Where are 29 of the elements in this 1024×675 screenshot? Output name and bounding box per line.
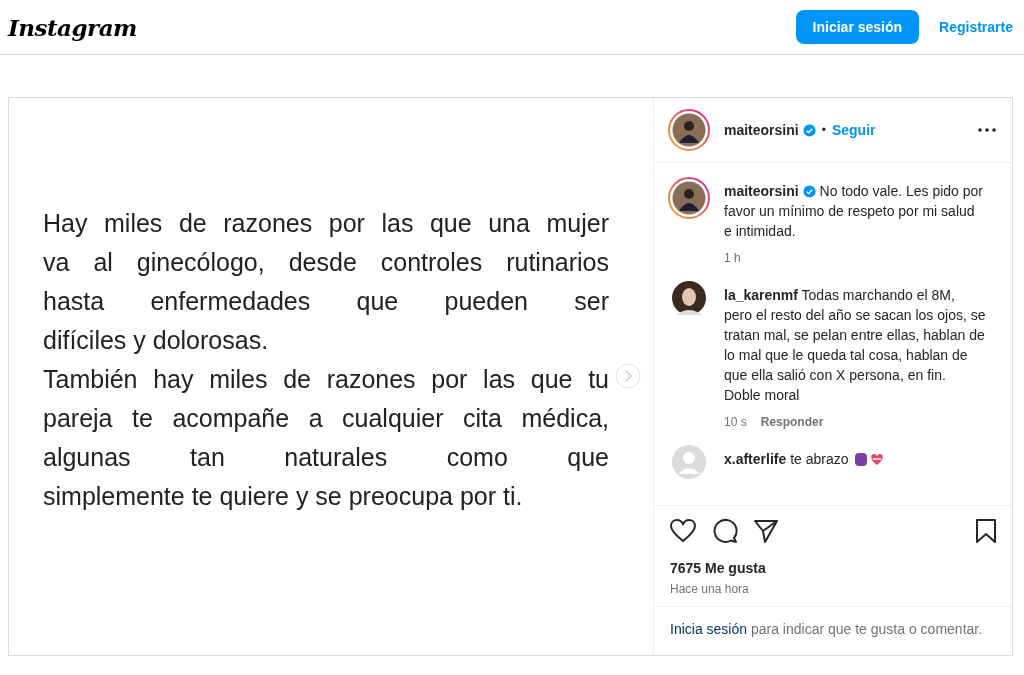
comment-time: 1 h xyxy=(724,251,741,265)
comment-text: la_karenmf Todas marchando el 8M, pero el resto del año se sacan los ojos, se tratan mal, se pelan entre ellas, hablan de lo mal que le queda tal cosa, hablan de que ella salió con X persona, en fin. Doble moral xyxy=(724,286,986,405)
post-image-text: También hay miles de razones por las que tu xyxy=(43,363,609,395)
avatar[interactable] xyxy=(672,281,706,315)
post-image-text: difíciles y dolorosas. xyxy=(43,324,270,356)
post-time: Hace una hora xyxy=(670,582,750,596)
post-image-text: va al ginecólogo, desde controles rutinarios xyxy=(43,246,609,278)
avatar[interactable] xyxy=(668,109,710,151)
comment-icon[interactable] xyxy=(712,518,738,544)
post-image-text: simplemente te quiere y se preocupa por ti. xyxy=(43,480,524,512)
bookmark-icon[interactable] xyxy=(976,519,996,543)
post-image-text: hasta enfermedades que pueden ser xyxy=(43,285,609,317)
login-prompt: Inicia sesión para indicar que te gusta o comentar. xyxy=(670,620,984,639)
like-count[interactable]: 7675 Me gusta xyxy=(670,560,996,576)
avatar[interactable] xyxy=(668,177,710,219)
share-icon[interactable] xyxy=(754,519,778,543)
comment-text: x.afterlife te abrazo xyxy=(724,449,986,469)
heart-icon[interactable] xyxy=(670,519,696,543)
post-image-text: Hay miles de razones por las que una mujer xyxy=(43,207,609,239)
comment-text: maiteorsini No todo vale. Les pido por favor un mínimo de respeto por mi salud e intimidad. xyxy=(724,182,985,241)
reply-link[interactable]: Responder xyxy=(760,415,824,429)
separator: • xyxy=(821,123,826,137)
instagram-logo[interactable]: Instagram xyxy=(8,13,137,41)
comment-time: 10 s xyxy=(724,415,747,429)
login-link[interactable]: Inicia sesión xyxy=(670,621,748,637)
post-image-text: pareja te acompañe a cualquier cita médica, xyxy=(43,402,609,434)
post-image-text: algunas tan naturales como que xyxy=(43,441,609,473)
username[interactable]: maiteorsini xyxy=(724,122,799,138)
more-options-icon[interactable] xyxy=(978,128,996,132)
